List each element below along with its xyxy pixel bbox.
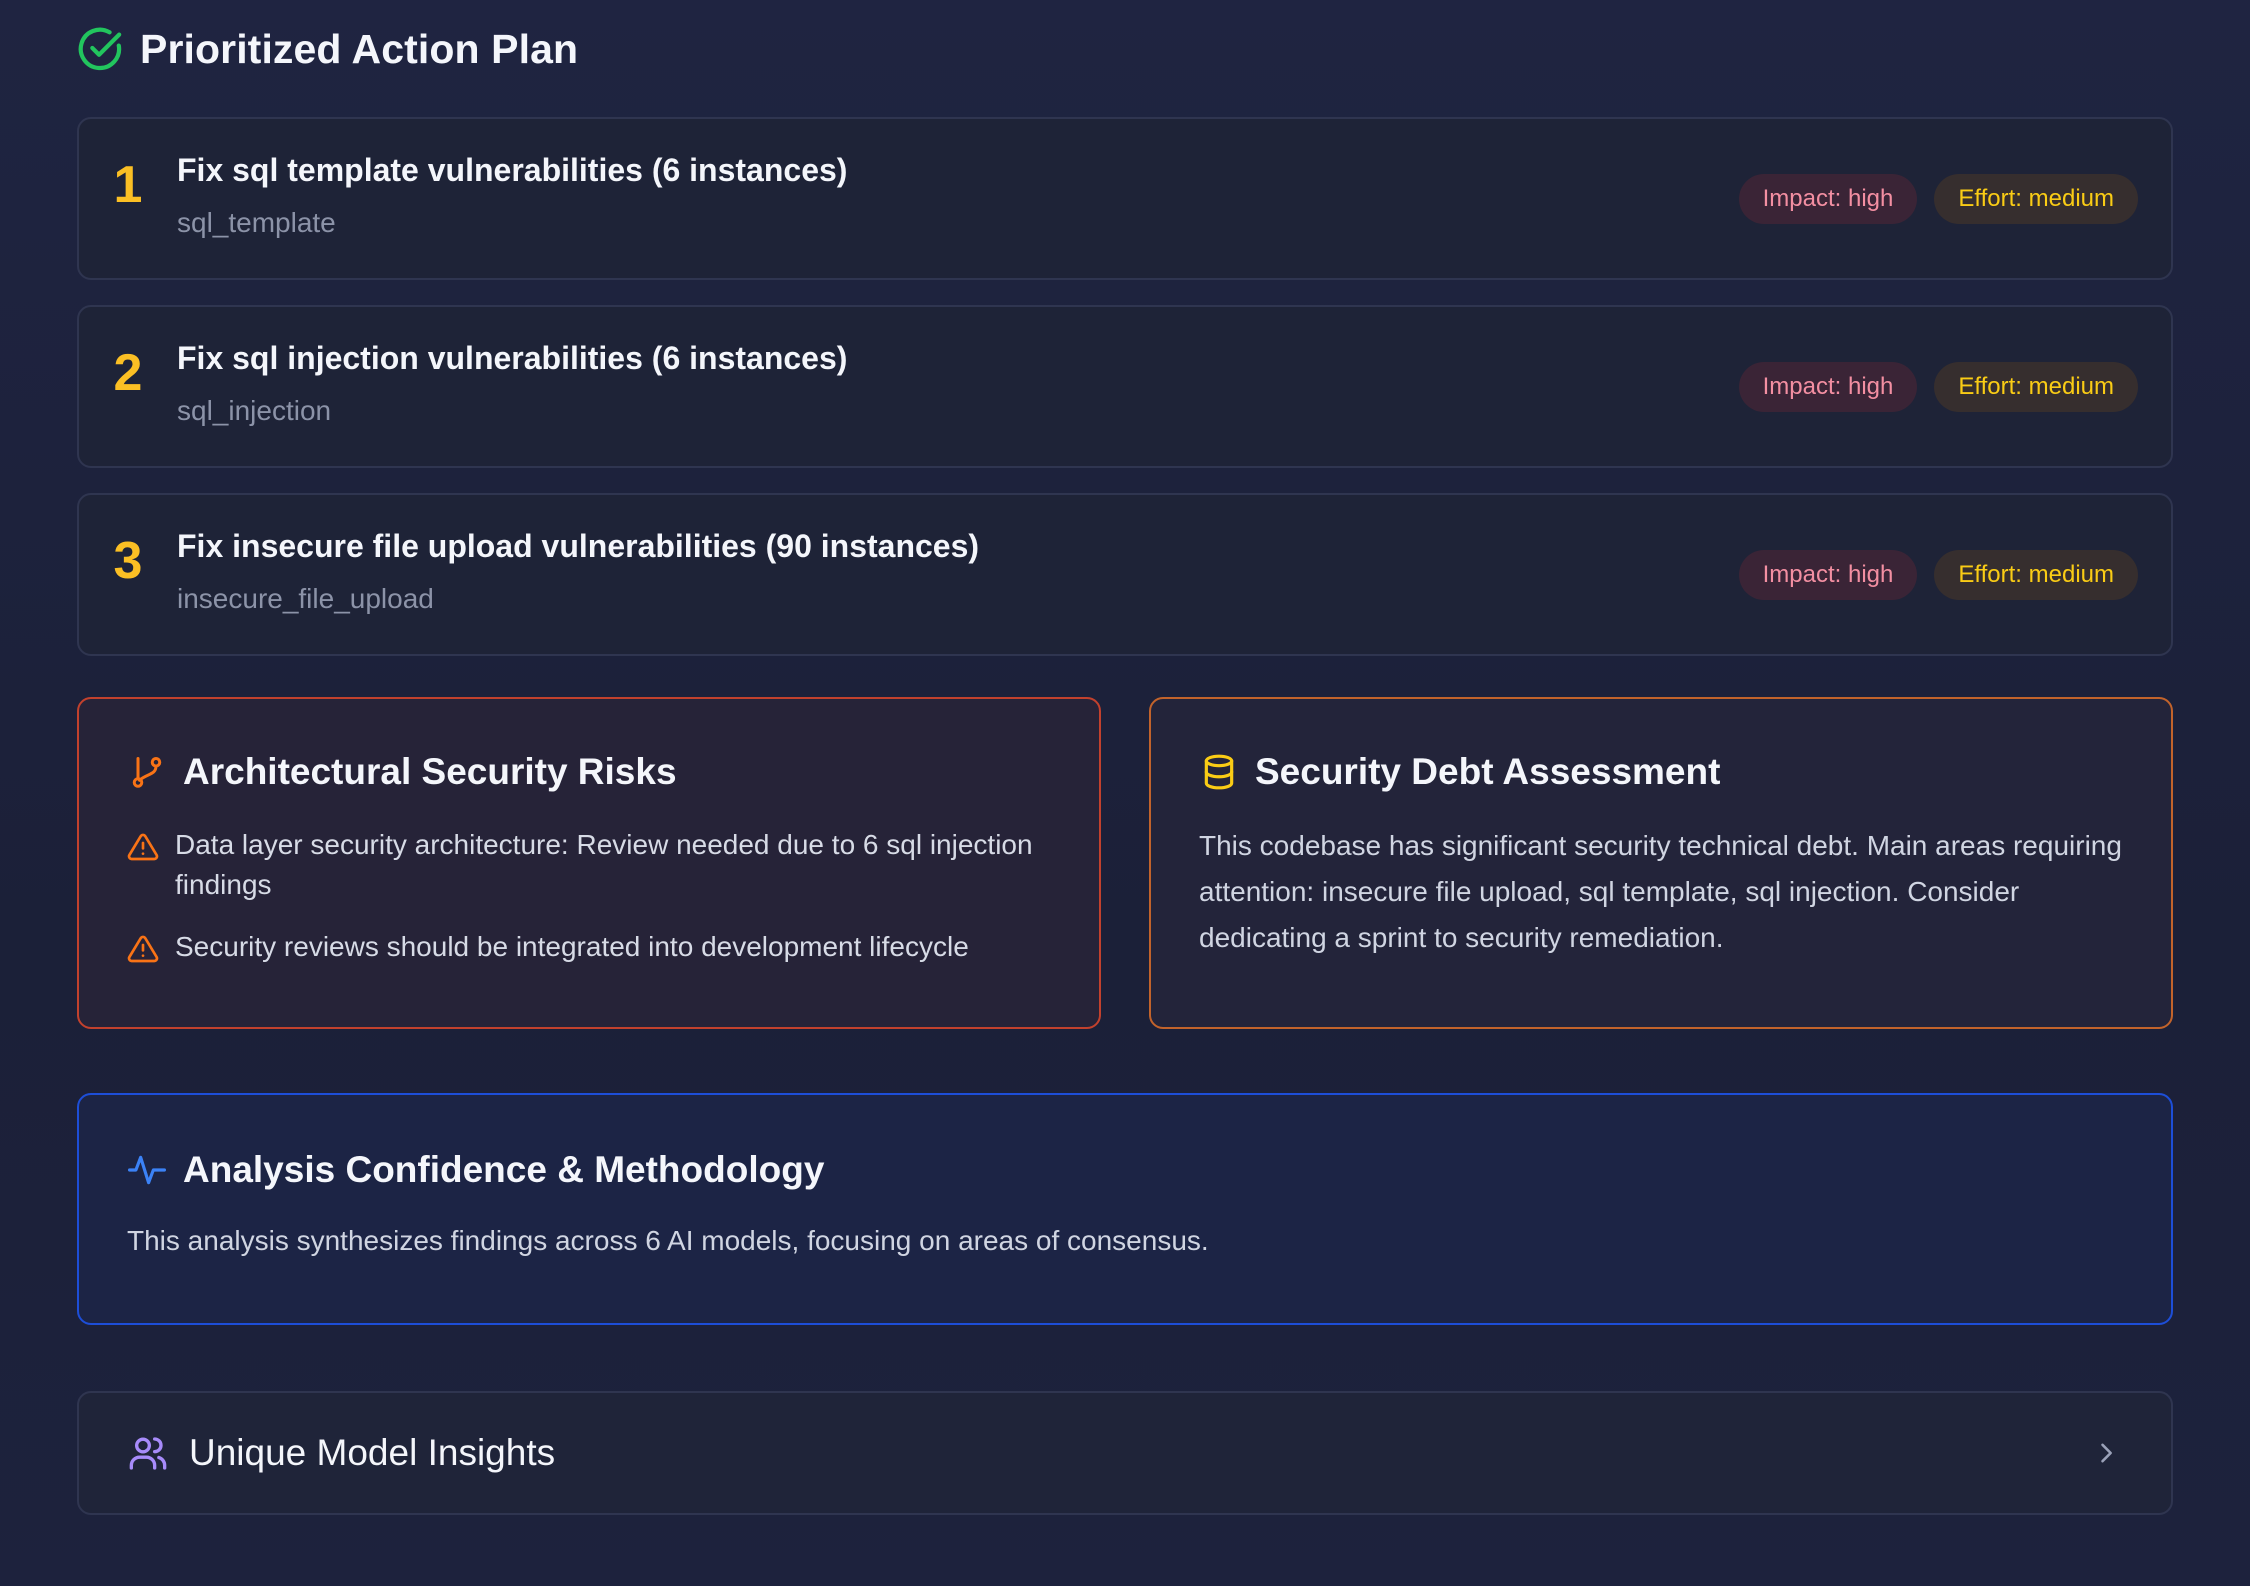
model-insights-title: Unique Model Insights [189, 1432, 556, 1473]
risk-text: Data layer security architecture: Review… [175, 829, 1033, 900]
git-branch-icon [127, 752, 167, 792]
action-item[interactable]: 2 Fix sql injection vulnerabilities (6 i… [77, 305, 2173, 468]
risk-text: Security reviews should be integrated in… [175, 931, 969, 962]
action-rank: 2 [113, 344, 143, 402]
action-plan-header: Prioritized Action Plan [77, 0, 2173, 96]
impact-badge: Impact: high [1738, 173, 1918, 224]
action-rank: 1 [113, 156, 143, 214]
action-plan-title: Prioritized Action Plan [140, 25, 579, 72]
action-list: 1 Fix sql template vulnerabilities (6 in… [77, 117, 2173, 656]
action-item[interactable]: 3 Fix insecure file upload vulnerabiliti… [77, 493, 2173, 656]
architectural-risks-panel: Architectural Security Risks Data layer … [77, 697, 1101, 1029]
chevron-right-icon[interactable] [2089, 1436, 2123, 1470]
model-insights-toggle[interactable]: Unique Model Insights [77, 1391, 2173, 1515]
methodology-panel: Analysis Confidence & Methodology This a… [77, 1093, 2173, 1325]
warning-triangle-icon [127, 933, 159, 965]
architectural-risks-title: Architectural Security Risks [183, 751, 677, 792]
warning-triangle-icon [127, 831, 159, 863]
security-debt-text: This codebase has significant security t… [1199, 830, 2122, 953]
effort-badge: Effort: medium [1934, 173, 2138, 224]
action-code: insecure_file_upload [177, 583, 434, 614]
database-icon [1199, 752, 1239, 792]
risk-item: Data layer security architecture: Review… [127, 829, 1051, 905]
impact-badge: Impact: high [1738, 549, 1918, 600]
action-code: sql_template [177, 207, 336, 238]
risk-item: Security reviews should be integrated in… [127, 931, 1051, 967]
action-title: Fix sql injection vulnerabilities (6 ins… [177, 340, 848, 376]
action-code: sql_injection [177, 395, 332, 426]
users-icon [127, 1432, 169, 1474]
methodology-text: This analysis synthesizes findings acros… [127, 1225, 1209, 1256]
action-title: Fix insecure file upload vulnerabilities… [177, 528, 980, 564]
action-title: Fix sql template vulnerabilities (6 inst… [177, 152, 848, 188]
check-circle-icon [77, 26, 123, 72]
effort-badge: Effort: medium [1934, 361, 2138, 412]
methodology-title: Analysis Confidence & Methodology [183, 1149, 825, 1190]
impact-badge: Impact: high [1738, 361, 1918, 412]
assessment-row: Architectural Security Risks Data layer … [77, 697, 2173, 1029]
report-page: Prioritized Action Plan 1 Fix sql templa… [0, 0, 2250, 1586]
action-item[interactable]: 1 Fix sql template vulnerabilities (6 in… [77, 117, 2173, 280]
action-rank: 3 [113, 532, 143, 590]
security-debt-title: Security Debt Assessment [1255, 751, 1721, 792]
effort-badge: Effort: medium [1934, 549, 2138, 600]
security-debt-panel: Security Debt Assessment This codebase h… [1149, 697, 2173, 1029]
activity-icon [127, 1150, 167, 1190]
